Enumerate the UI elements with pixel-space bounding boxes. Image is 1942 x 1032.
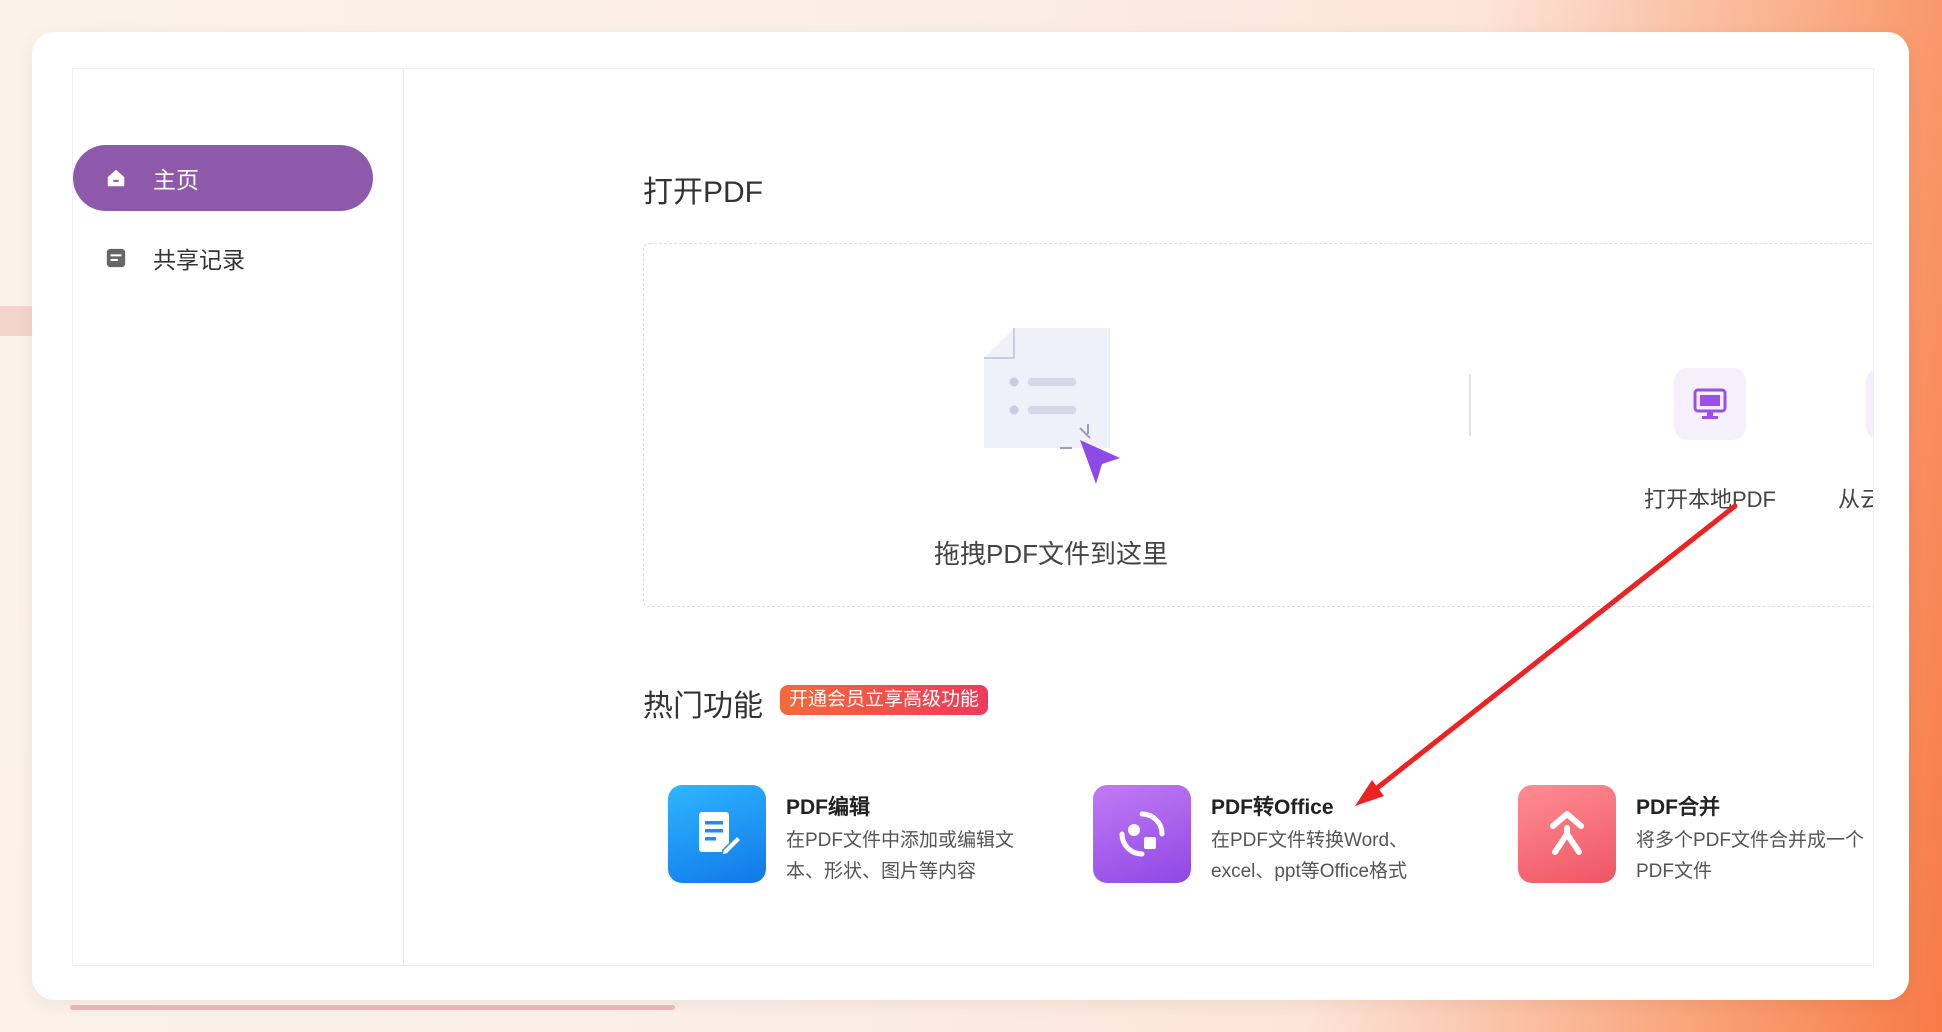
feature-desc: 在PDF文件中添加或编辑文 本、形状、图片等内容	[786, 830, 1015, 882]
drop-document-icon	[984, 328, 1120, 484]
feature-pdf-edit[interactable]: PDF编辑 在PDF文件中添加或编辑文 本、形状、图片等内容	[668, 785, 1068, 895]
sidebar: 主页 共享记录	[73, 69, 404, 965]
pdf-merge-icon	[1518, 785, 1616, 883]
app-window: 主页 共享记录 打开PDF 拖拽PDF文件到这里 打开本地PDF 从 热门功能 …	[32, 32, 1909, 1000]
feature-desc: 将多个PDF文件合并成一个 PDF文件	[1636, 830, 1865, 882]
feature-pdf-merge[interactable]: PDF合并 将多个PDF文件合并成一个 PDF文件	[1518, 785, 1873, 895]
open-pdf-title: 打开PDF	[643, 176, 763, 209]
feature-pdf-to-office[interactable]: PDF转Office 在PDF文件转换Word、 excel、ppt等Offic…	[1093, 785, 1493, 895]
open-local-pdf-label[interactable]: 打开本地PDF	[1644, 482, 1776, 514]
feature-desc: 在PDF文件转换Word、 excel、ppt等Office格式	[1211, 830, 1409, 882]
open-local-pdf-button[interactable]	[1674, 368, 1746, 440]
open-cloud-label[interactable]: 从云	[1838, 482, 1873, 514]
hot-features-title: 热门功能	[643, 690, 763, 723]
home-icon	[107, 169, 125, 187]
sidebar-item-share-record[interactable]: 共享记录	[73, 225, 373, 291]
divider	[1469, 374, 1471, 436]
pdf-edit-icon	[668, 785, 766, 883]
pdf-convert-icon	[1093, 785, 1191, 883]
sidebar-item-label: 共享记录	[153, 247, 245, 273]
monitor-icon	[1693, 388, 1727, 419]
pdf-app: 主页 共享记录 打开PDF 拖拽PDF文件到这里 打开本地PDF 从 热门功能 …	[72, 68, 1874, 966]
drop-hint-text: 拖拽PDF文件到这里	[934, 539, 1169, 569]
open-cloud-button[interactable]	[1866, 368, 1873, 440]
pdf-drop-zone[interactable]: 拖拽PDF文件到这里 打开本地PDF 从云	[643, 243, 1873, 607]
feature-name: PDF转Office	[1211, 796, 1334, 819]
share-record-icon	[106, 248, 126, 268]
sidebar-item-home[interactable]: 主页	[73, 145, 373, 211]
sidebar-item-label: 主页	[153, 167, 199, 193]
horizontal-scrollbar[interactable]	[70, 1005, 675, 1010]
vip-promo-badge[interactable]: 开通会员立享高级功能	[780, 685, 989, 715]
feature-name: PDF编辑	[786, 796, 870, 819]
feature-name: PDF合并	[1636, 796, 1720, 819]
main-content: 打开PDF 拖拽PDF文件到这里 打开本地PDF 从 热门功能 开通会员立享高级…	[403, 69, 1873, 965]
